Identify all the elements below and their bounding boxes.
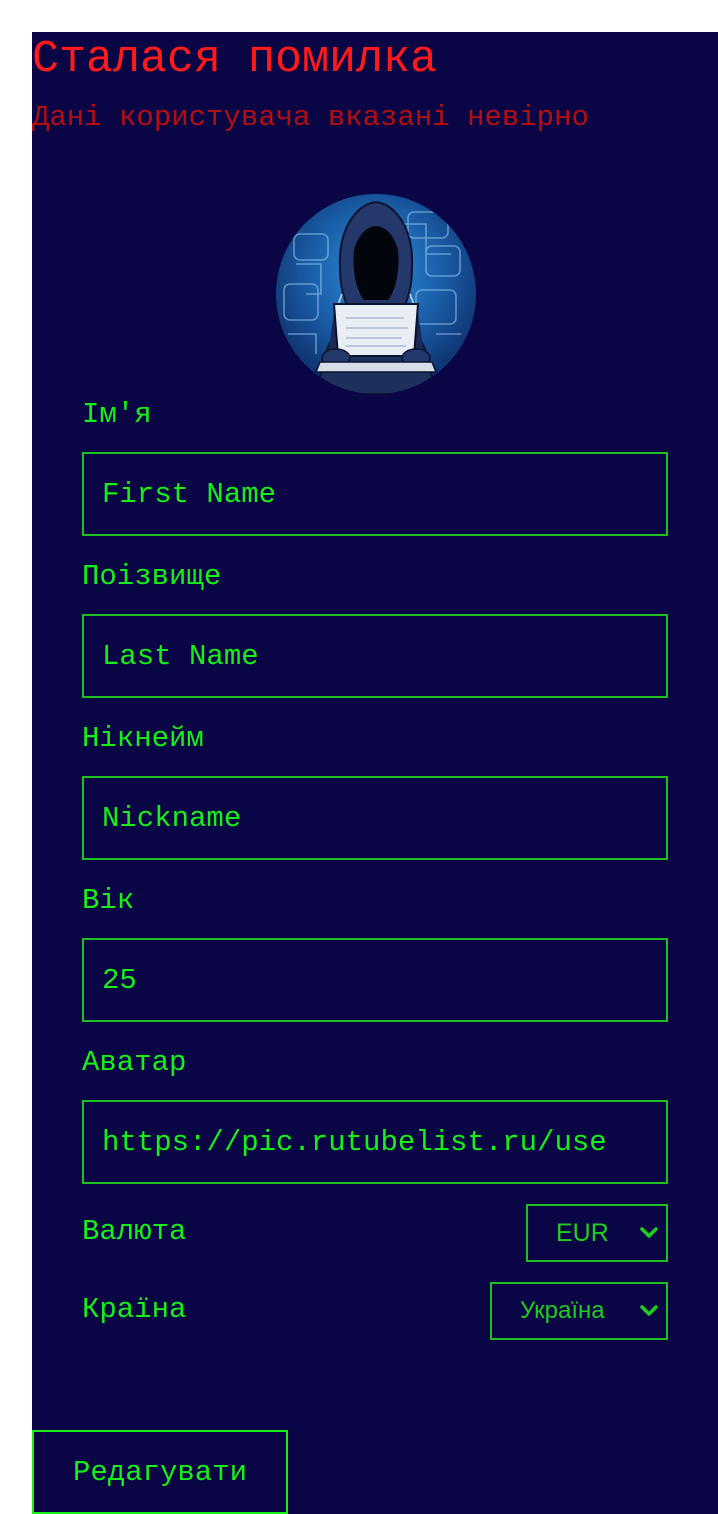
last-name-label: Поізвище — [82, 560, 222, 593]
hooded-hacker-icon — [276, 194, 476, 394]
avatar-url-label: Аватар — [82, 1046, 187, 1079]
chevron-down-icon — [640, 1227, 658, 1238]
country-label: Країна — [82, 1293, 187, 1326]
last-name-input[interactable] — [82, 614, 668, 698]
error-message: Дані користувача вказані невірно — [32, 101, 589, 134]
age-label: Вік — [82, 884, 135, 917]
currency-label: Валюта — [82, 1215, 187, 1248]
avatar — [276, 194, 476, 394]
chevron-down-icon — [640, 1305, 658, 1316]
country-select[interactable]: Україна — [490, 1282, 668, 1340]
first-name-label: Ім'я — [82, 398, 152, 431]
error-title: Сталася помилка — [32, 34, 438, 85]
country-selected-value: Україна — [520, 1297, 605, 1324]
avatar-url-input[interactable] — [82, 1100, 668, 1184]
first-name-input[interactable] — [82, 452, 668, 536]
nickname-label: Нікнейм — [82, 722, 204, 755]
currency-selected-value: EUR — [556, 1219, 609, 1247]
nickname-input[interactable] — [82, 776, 668, 860]
profile-panel: Сталася помилка Дані користувача вказані… — [32, 32, 718, 1514]
edit-button[interactable]: Редагувати — [32, 1430, 288, 1514]
currency-select[interactable]: EUR — [526, 1204, 668, 1262]
age-input[interactable] — [82, 938, 668, 1022]
